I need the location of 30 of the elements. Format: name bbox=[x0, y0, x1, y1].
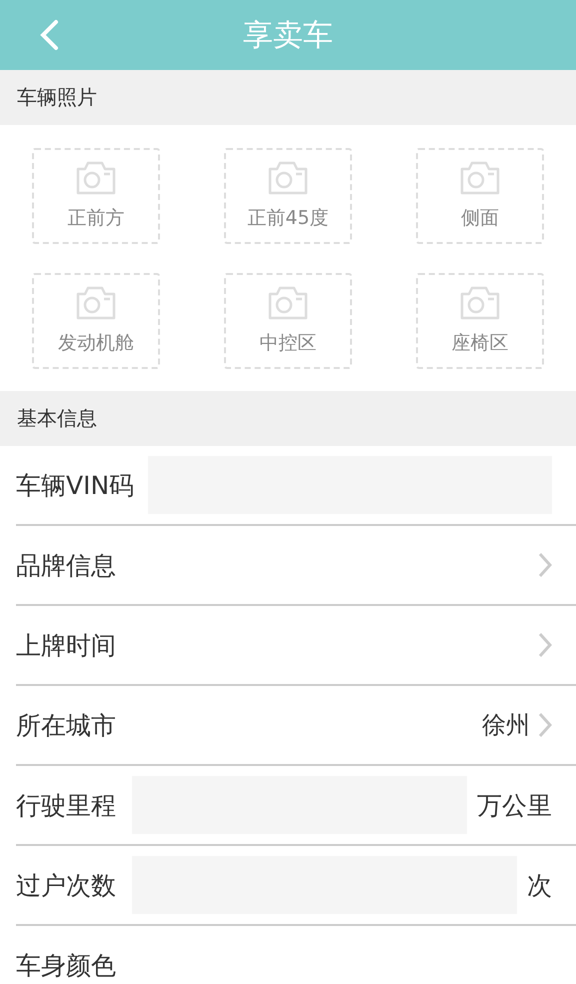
field-label: 行驶里程 bbox=[16, 790, 116, 822]
photo-upload-slot[interactable]: 侧面 bbox=[416, 148, 544, 244]
field-label: 车身颜色 bbox=[16, 950, 116, 982]
field-label: 上牌时间 bbox=[16, 630, 116, 662]
photo-upload-slot[interactable]: 发动机舱 bbox=[32, 273, 160, 369]
camera-icon bbox=[76, 286, 116, 320]
chevron-icon[interactable] bbox=[538, 632, 552, 658]
back-button[interactable] bbox=[38, 19, 60, 51]
photo-upload-slot[interactable]: 中控区 bbox=[224, 273, 352, 369]
section-title: 车辆照片 bbox=[17, 84, 97, 111]
unit-label: 万公里 bbox=[477, 790, 552, 822]
camera-icon bbox=[268, 286, 308, 320]
section-title: 基本信息 bbox=[17, 405, 97, 432]
field-value: 徐州 bbox=[482, 710, 530, 741]
field-label: 过户次数 bbox=[16, 870, 116, 902]
camera-icon bbox=[76, 161, 116, 195]
unit-label: 次 bbox=[527, 870, 552, 902]
field-label: 品牌信息 bbox=[16, 550, 116, 582]
back-icon bbox=[38, 19, 60, 51]
chevron-icon[interactable] bbox=[538, 552, 552, 578]
camera-icon bbox=[268, 161, 308, 195]
field-label: 车辆VIN码 bbox=[16, 470, 134, 502]
photo-upload-slot[interactable]: 正前45度 bbox=[224, 148, 352, 244]
camera-icon bbox=[460, 161, 500, 195]
page-title: 享卖车 bbox=[243, 16, 333, 54]
photo-upload-slot[interactable]: 座椅区 bbox=[416, 273, 544, 369]
chevron-icon[interactable] bbox=[538, 712, 552, 738]
camera-icon bbox=[460, 286, 500, 320]
photo-upload-slot[interactable]: 正前方 bbox=[32, 148, 160, 244]
field-label: 所在城市 bbox=[16, 710, 116, 742]
